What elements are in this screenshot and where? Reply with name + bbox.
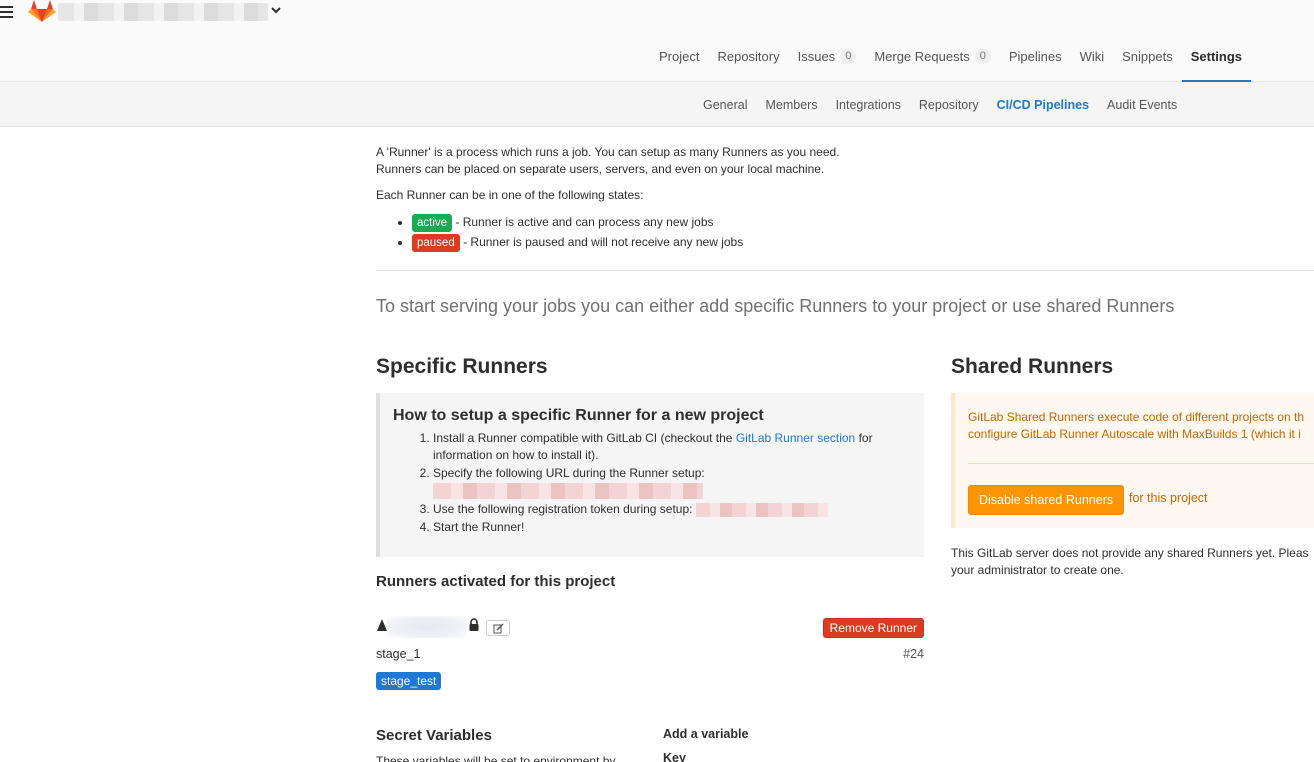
top-navbar: Project Repository Issues 0 Merge Request… bbox=[0, 0, 1314, 82]
subtab-integrations[interactable]: Integrations bbox=[827, 98, 910, 112]
divider bbox=[968, 463, 1314, 464]
paused-description: - Runner is paused and will not receive … bbox=[459, 235, 744, 249]
runner-description: stage_1 bbox=[376, 647, 421, 661]
step-2: Specify the following URL during the Run… bbox=[433, 465, 913, 499]
runner-url-redacted bbox=[433, 483, 703, 499]
shared-runners-box: GitLab Shared Runners execute code of di… bbox=[951, 393, 1314, 528]
shared-runners-info: GitLab Shared Runners execute code of di… bbox=[968, 410, 1304, 441]
runner-id: #24 bbox=[903, 647, 924, 661]
runner-tag: stage_test bbox=[376, 672, 442, 690]
project-name-redacted[interactable] bbox=[58, 3, 268, 21]
runner-row: Remove Runner bbox=[376, 616, 924, 638]
paused-label: paused bbox=[412, 234, 460, 252]
remove-runner-button[interactable]: Remove Runner bbox=[822, 618, 924, 638]
shared-runners-title: Shared Runners bbox=[951, 355, 1114, 378]
subtab-ci-cd-pipelines[interactable]: CI/CD Pipelines bbox=[988, 98, 1098, 112]
edit-icon bbox=[493, 622, 504, 633]
chevron-down-icon[interactable] bbox=[270, 4, 282, 16]
settings-subnav: General Members Integrations Repository … bbox=[0, 82, 1314, 127]
tab-issues[interactable]: Issues 0 bbox=[789, 44, 866, 82]
specific-runners-title: Specific Runners bbox=[376, 355, 548, 378]
tab-pipelines[interactable]: Pipelines bbox=[1000, 44, 1071, 82]
subtab-repository[interactable]: Repository bbox=[910, 98, 988, 112]
tab-project[interactable]: Project bbox=[650, 44, 708, 82]
subtab-audit-events[interactable]: Audit Events bbox=[1098, 98, 1186, 112]
howto-title: How to setup a specific Runner for a new… bbox=[393, 407, 764, 424]
gitlab-logo-icon[interactable] bbox=[28, 0, 56, 22]
step-3: Use the following registration token dur… bbox=[433, 501, 913, 518]
active-description: - Runner is active and can process any n… bbox=[452, 215, 714, 229]
intro-line-1: A 'Runner' is a process which runs a job… bbox=[376, 145, 840, 159]
step-1: Install a Runner compatible with GitLab … bbox=[433, 430, 913, 464]
runner-token-redacted[interactable] bbox=[387, 616, 467, 638]
runner-states-list: active - Runner is active and can proces… bbox=[412, 212, 1314, 252]
step-4: Start the Runner! bbox=[433, 519, 913, 536]
list-item: active - Runner is active and can proces… bbox=[412, 212, 1314, 232]
tab-settings[interactable]: Settings bbox=[1181, 44, 1252, 82]
tab-snippets[interactable]: Snippets bbox=[1113, 44, 1182, 82]
list-item: paused - Runner is paused and will not r… bbox=[412, 232, 1314, 252]
states-heading: Each Runner can be in one of the followi… bbox=[376, 188, 644, 202]
tab-merge-requests[interactable]: Merge Requests 0 bbox=[865, 44, 1000, 82]
tab-wiki[interactable]: Wiki bbox=[1071, 44, 1114, 82]
lock-icon bbox=[469, 618, 479, 631]
secret-variables-title: Secret Variables bbox=[376, 727, 492, 744]
runners-activated-title: Runners activated for this project bbox=[376, 573, 616, 590]
gitlab-runner-section-link[interactable]: GitLab Runner section bbox=[736, 431, 855, 445]
subtab-general[interactable]: General bbox=[694, 98, 756, 112]
edit-runner-button[interactable] bbox=[486, 620, 510, 636]
secret-variables-description: These variables will be set to environme… bbox=[376, 754, 616, 762]
subtab-members[interactable]: Members bbox=[756, 98, 826, 112]
hamburger-menu-icon[interactable] bbox=[0, 6, 14, 20]
active-label: active bbox=[412, 214, 453, 232]
divider bbox=[376, 270, 1314, 271]
merge-requests-count-badge: 0 bbox=[974, 49, 991, 64]
key-label: Key bbox=[663, 751, 686, 762]
no-shared-runners-text: This GitLab server does not provide any … bbox=[951, 546, 1309, 577]
tab-repository[interactable]: Repository bbox=[708, 44, 788, 82]
for-this-project-text: for this project bbox=[1129, 491, 1208, 505]
disable-shared-runners-button[interactable]: Disable shared Runners bbox=[968, 485, 1125, 515]
howto-setup-box: How to setup a specific Runner for a new… bbox=[376, 393, 924, 557]
project-nav-tabs: Project Repository Issues 0 Merge Request… bbox=[650, 44, 1252, 82]
add-variable-heading: Add a variable bbox=[663, 727, 749, 741]
lead-text: To start serving your jobs you can eithe… bbox=[376, 296, 1175, 316]
registration-token-redacted bbox=[695, 502, 828, 517]
intro-line-2: Runners can be placed on separate users,… bbox=[376, 162, 825, 176]
runners-intro: A 'Runner' is a process which runs a job… bbox=[376, 144, 1314, 252]
howto-steps: Install a Runner compatible with GitLab … bbox=[433, 430, 913, 537]
issues-count-badge: 0 bbox=[840, 49, 857, 64]
